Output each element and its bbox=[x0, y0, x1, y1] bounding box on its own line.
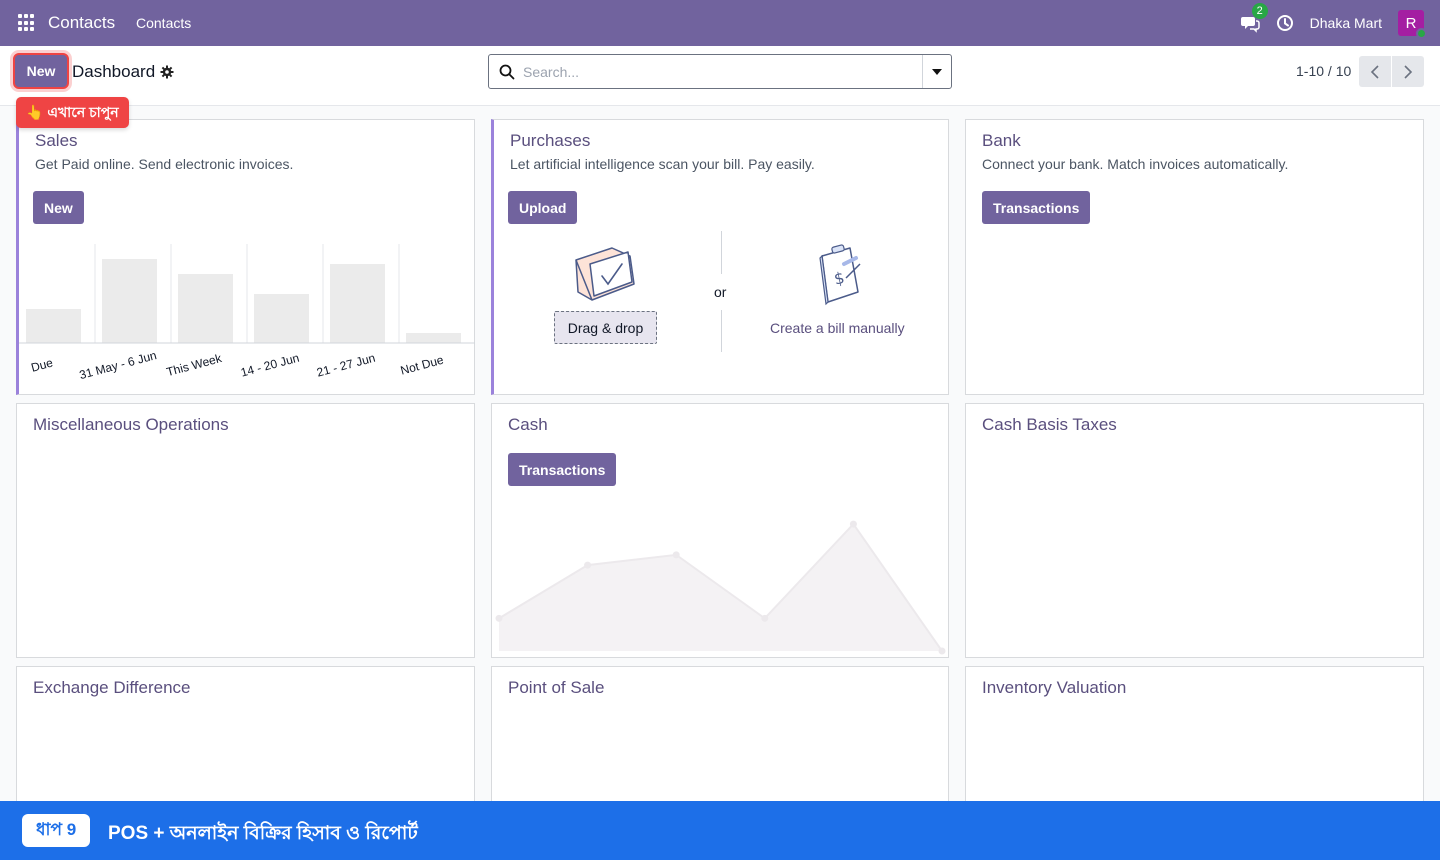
bar[interactable] bbox=[178, 274, 233, 343]
data-point[interactable] bbox=[584, 561, 592, 569]
x-tick-label: 31 May - 6 Jun bbox=[78, 348, 158, 382]
pager-value[interactable]: 1-10 / 10 bbox=[1296, 63, 1351, 79]
card-subtitle: Connect your bank. Match invoices automa… bbox=[982, 156, 1289, 172]
divider-line bbox=[721, 231, 722, 274]
card-subtitle: Get Paid online. Send electronic invoice… bbox=[35, 156, 294, 172]
activity-clock-icon[interactable] bbox=[1276, 14, 1294, 32]
journal-card-cash-basis-taxes: Cash Basis Taxes bbox=[965, 403, 1424, 658]
bar[interactable] bbox=[254, 294, 309, 343]
search-box bbox=[488, 54, 952, 89]
card-title[interactable]: Point of Sale bbox=[508, 678, 604, 698]
card-title[interactable]: Cash bbox=[508, 415, 548, 435]
card-title[interactable]: Purchases bbox=[510, 131, 590, 151]
sales-new-button[interactable]: New bbox=[33, 191, 84, 224]
card-title[interactable]: Sales bbox=[35, 131, 78, 151]
caret-down-icon bbox=[932, 68, 942, 75]
create-bill-manually-link[interactable]: Create a bill manually bbox=[770, 320, 905, 336]
data-point[interactable] bbox=[761, 614, 769, 622]
journal-card-sales: Sales Get Paid online. Send electronic i… bbox=[16, 119, 475, 395]
drag-drop-zone[interactable]: Drag & drop bbox=[554, 311, 657, 344]
card-subtitle: Let artificial intelligence scan your bi… bbox=[510, 156, 815, 172]
x-tick-label: Not Due bbox=[399, 353, 445, 378]
bar[interactable] bbox=[330, 264, 385, 343]
bill-clipboard-icon: $ bbox=[816, 244, 864, 313]
bank-transactions-button[interactable]: Transactions bbox=[982, 191, 1091, 224]
online-status-dot bbox=[1416, 28, 1427, 39]
avatar-initial: R bbox=[1405, 14, 1417, 32]
page-title: Dashboard bbox=[72, 62, 156, 81]
x-tick-label: 21 - 27 Jun bbox=[315, 351, 377, 380]
search-options-toggle[interactable] bbox=[922, 55, 951, 88]
journal-card-cash: Cash Transactions bbox=[491, 403, 949, 658]
navbar-systray: 2 Dhaka Mart R bbox=[1240, 0, 1427, 46]
control-panel: New Dashboard 1-10 / 10 bbox=[0, 46, 1440, 106]
journal-card-exchange-difference: Exchange Difference bbox=[16, 666, 475, 816]
chevron-right-icon bbox=[1404, 64, 1413, 79]
divider-line bbox=[721, 310, 722, 352]
journal-card-inventory-valuation: Inventory Valuation bbox=[965, 666, 1424, 816]
top-navbar: Contacts Contacts 2 Dhaka Mart R bbox=[0, 0, 1440, 46]
chevron-left-icon bbox=[1370, 64, 1379, 79]
journal-card-misc-operations: Miscellaneous Operations bbox=[16, 403, 475, 658]
gear-icon[interactable] bbox=[160, 65, 174, 79]
journal-card-point-of-sale: Point of Sale bbox=[491, 666, 949, 816]
data-point[interactable] bbox=[495, 614, 503, 622]
cash-area-chart bbox=[495, 520, 946, 655]
card-title[interactable]: Exchange Difference bbox=[33, 678, 191, 698]
card-title[interactable]: Cash Basis Taxes bbox=[982, 415, 1117, 435]
card-title[interactable]: Bank bbox=[982, 131, 1021, 151]
click-here-tooltip: 👆 এখানে চাপুন bbox=[16, 97, 129, 128]
tutorial-step-banner: ধাপ 9 POS + অনলাইন বিক্রির হিসাব ও রিপোর… bbox=[0, 801, 1440, 860]
or-label: or bbox=[714, 284, 727, 300]
bar[interactable] bbox=[26, 309, 81, 343]
nav-menu-contacts[interactable]: Contacts bbox=[122, 0, 205, 46]
bar[interactable] bbox=[102, 259, 157, 343]
sales-bar-chart: Due 31 May - 6 Jun This Week 14 - 20 Jun 21 … bbox=[19, 244, 475, 382]
bar[interactable] bbox=[406, 333, 461, 343]
data-point[interactable] bbox=[672, 551, 680, 559]
journal-card-purchases: Purchases Let artificial intelligence sc… bbox=[491, 119, 949, 395]
search-input[interactable] bbox=[523, 59, 903, 85]
new-button[interactable]: New bbox=[13, 53, 69, 89]
x-tick-label: This Week bbox=[165, 351, 224, 379]
user-avatar[interactable]: R bbox=[1398, 10, 1427, 39]
apps-menu-icon[interactable] bbox=[18, 14, 36, 32]
step-badge: ধাপ 9 bbox=[22, 814, 91, 847]
upload-button[interactable]: Upload bbox=[508, 191, 578, 224]
folder-check-icon bbox=[572, 238, 636, 309]
search-icon bbox=[499, 64, 515, 80]
app-brand[interactable]: Contacts bbox=[48, 13, 115, 33]
pager-next-button[interactable] bbox=[1392, 56, 1424, 87]
x-tick-label: 14 - 20 Jun bbox=[239, 351, 301, 380]
data-point[interactable] bbox=[938, 647, 946, 655]
card-title[interactable]: Miscellaneous Operations bbox=[33, 415, 229, 435]
card-title[interactable]: Inventory Valuation bbox=[982, 678, 1126, 698]
step-description: POS + অনলাইন বিক্রির হিসাব ও রিপোর্ট bbox=[108, 823, 418, 844]
cash-transactions-button[interactable]: Transactions bbox=[508, 453, 617, 486]
chat-count-badge: 2 bbox=[1251, 3, 1268, 19]
company-switcher[interactable]: Dhaka Mart bbox=[1310, 15, 1382, 31]
x-tick-label: Due bbox=[30, 355, 55, 374]
pager-previous-button[interactable] bbox=[1359, 56, 1391, 87]
journal-card-bank: Bank Connect your bank. Match invoices a… bbox=[965, 119, 1424, 395]
data-point[interactable] bbox=[849, 520, 857, 528]
chat-icon[interactable]: 2 bbox=[1240, 3, 1268, 33]
